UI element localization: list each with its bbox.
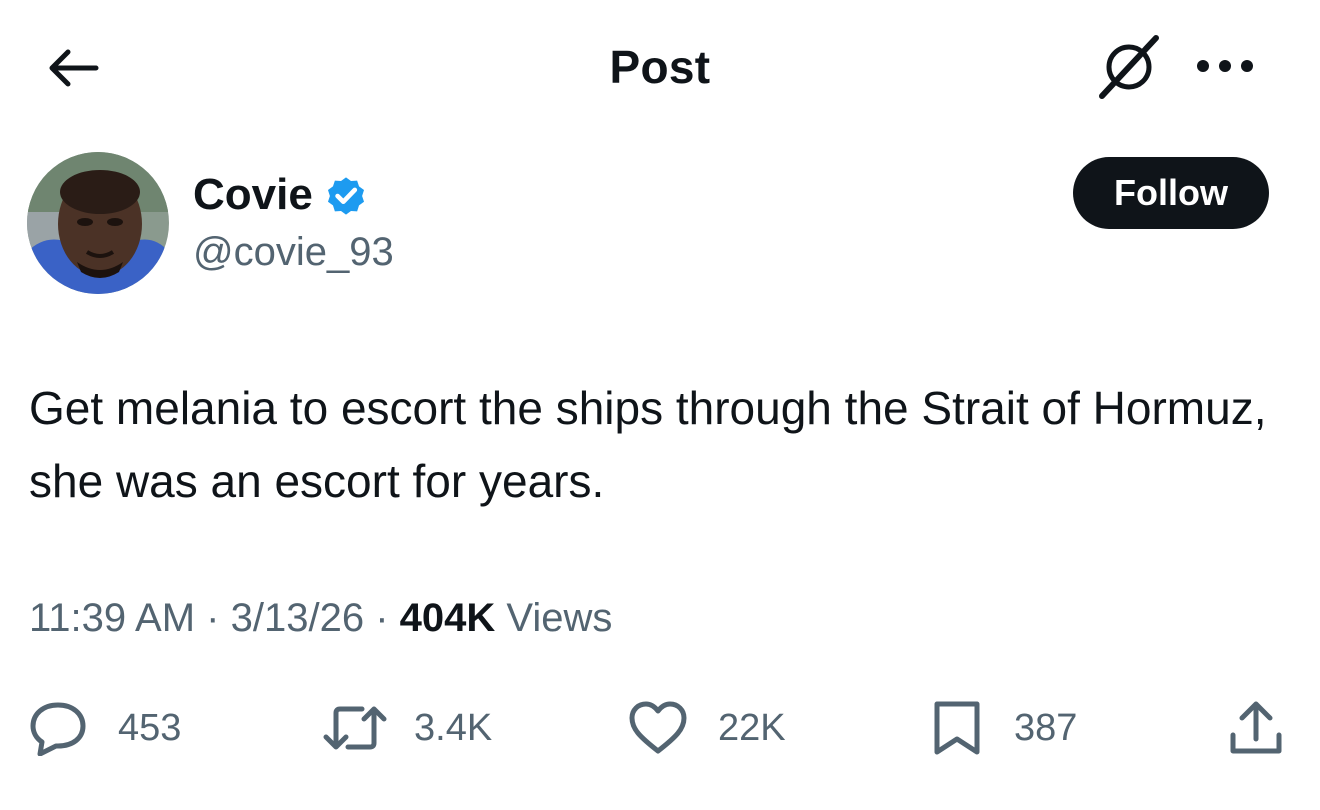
author-handle[interactable]: @covie_93 [193,230,394,275]
post-meta: 11:39 AM · 3/13/26 · 404K Views [29,596,612,641]
reply-icon [30,702,86,756]
meta-separator: · [206,596,220,640]
like-count: 22K [718,706,786,749]
views-count[interactable]: 404K [400,596,496,640]
like-button[interactable]: 22K [628,690,786,766]
post-time[interactable]: 11:39 AM [29,596,195,640]
bookmark-count: 387 [1014,706,1078,749]
grok-button[interactable] [1094,32,1164,102]
views-label[interactable]: Views [506,596,612,640]
display-name[interactable]: Covie [193,170,313,220]
heart-icon [629,701,687,754]
reply-button[interactable]: 453 [28,690,181,766]
repost-button[interactable]: 3.4K [322,690,492,766]
avatar-image [27,152,169,294]
repost-icon [323,706,387,750]
more-options-button[interactable] [1190,44,1260,88]
action-bar: 453 3.4K 22K 387 [0,690,1320,766]
bookmark-button[interactable]: 387 [932,690,1077,766]
grok-icon [1099,35,1159,99]
repost-count: 3.4K [414,706,493,749]
post-text: Get melania to escort the ships through … [29,382,1267,507]
more-dots-icon [1197,60,1253,72]
meta-separator: · [375,596,389,640]
post-date[interactable]: 3/13/26 [231,596,364,640]
author-name-row: Covie [193,168,369,222]
verified-badge-icon[interactable] [323,173,369,219]
follow-button[interactable]: Follow [1073,157,1269,229]
bookmark-icon [934,701,980,755]
share-icon [1230,701,1282,754]
top-bar: Post [0,0,1320,130]
avatar[interactable] [27,152,169,294]
share-button[interactable] [1228,690,1284,766]
reply-count: 453 [118,706,182,749]
